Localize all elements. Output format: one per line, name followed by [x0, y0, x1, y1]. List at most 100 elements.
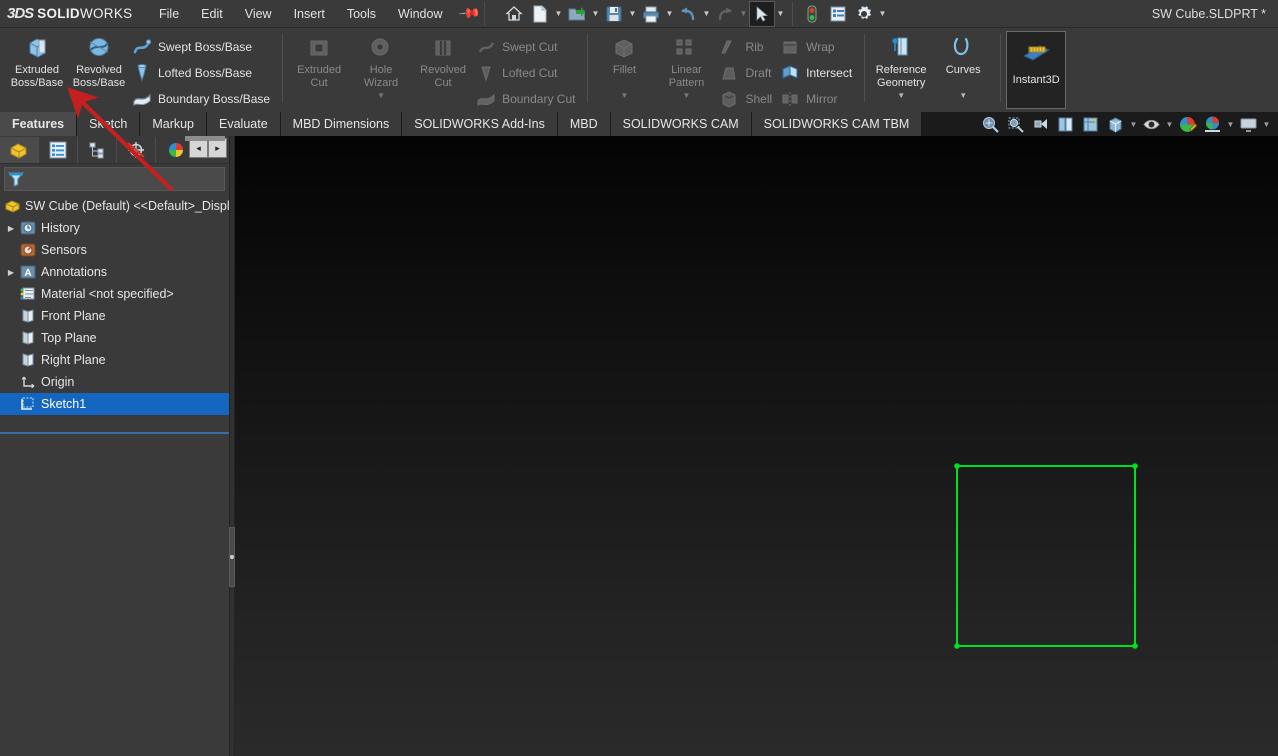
expand-arrow[interactable]: ▶ [4, 224, 18, 233]
intersect-button[interactable]: Intersect [778, 60, 858, 86]
menu-file[interactable]: File [148, 3, 190, 25]
reference-geometry-caret[interactable]: ▼ [870, 91, 932, 100]
command-manager-tabs[interactable]: Features Sketch Markup Evaluate MBD Dime… [0, 112, 1278, 136]
save-caret[interactable]: ▼ [627, 1, 638, 27]
swept-boss-base-button[interactable]: Swept Boss/Base [130, 34, 276, 60]
configuration-manager-tab[interactable] [78, 137, 117, 163]
pushpin-icon[interactable]: 📌 [457, 1, 481, 25]
tree-item-history[interactable]: ▶ History [0, 217, 229, 239]
sketch-rectangle[interactable] [957, 466, 1135, 646]
revolved-cut-button[interactable]: RevolvedCut [412, 31, 474, 89]
tree-item-part[interactable]: SW Cube (Default) <<Default>_Displa [0, 195, 229, 217]
print-caret[interactable]: ▼ [664, 1, 675, 27]
hole-wizard-caret[interactable]: ▼ [350, 91, 412, 100]
edit-appearance-icon[interactable] [1175, 112, 1200, 136]
lofted-boss-base-button[interactable]: Lofted Boss/Base [130, 60, 276, 86]
extruded-boss-base-button[interactable]: ExtrudedBoss/Base [6, 31, 68, 89]
hide-show-items-caret[interactable]: ▼ [1164, 112, 1175, 136]
tab-mbd-dimensions[interactable]: MBD Dimensions [281, 112, 403, 136]
tree-item-top-plane[interactable]: Top Plane [0, 327, 229, 349]
expand-arrow[interactable]: ▶ [4, 268, 18, 277]
main-menu[interactable]: File Edit View Insert Tools Window 📌 [148, 3, 478, 25]
rebuild-icon[interactable] [799, 1, 825, 27]
tree-item-right-plane[interactable]: Right Plane [0, 349, 229, 371]
fillet-caret[interactable]: ▼ [593, 91, 655, 100]
save-icon[interactable] [601, 1, 627, 27]
open-folder-icon[interactable] [564, 1, 590, 27]
fillet-button[interactable]: Fillet [593, 31, 655, 89]
open-folder-caret[interactable]: ▼ [590, 1, 601, 27]
feature-manager-nav[interactable]: ◂ ▸ [189, 138, 227, 158]
sketch-canvas[interactable] [235, 136, 1278, 756]
gear-icon[interactable] [851, 1, 877, 27]
tab-sketch[interactable]: Sketch [77, 112, 140, 136]
print-icon[interactable] [638, 1, 664, 27]
options-caret[interactable]: ▼ [877, 1, 888, 27]
menu-tools[interactable]: Tools [336, 3, 387, 25]
tree-filter-bar[interactable] [4, 167, 225, 191]
tab-features[interactable]: Features [0, 112, 77, 136]
sketch-endpoint[interactable] [1132, 643, 1138, 649]
tree-item-sensors[interactable]: Sensors [0, 239, 229, 261]
view-orientation-icon[interactable] [1078, 112, 1103, 136]
shell-button[interactable]: Shell [717, 86, 778, 112]
hide-show-items-icon[interactable] [1139, 112, 1164, 136]
menu-insert[interactable]: Insert [283, 3, 336, 25]
lofted-cut-button[interactable]: Lofted Cut [474, 60, 581, 86]
view-settings-icon[interactable] [1236, 112, 1261, 136]
draft-button[interactable]: Draft [717, 60, 778, 86]
boundary-cut-button[interactable]: Boundary Cut [474, 86, 581, 112]
tree-item-origin[interactable]: Origin [0, 371, 229, 393]
reference-geometry-button[interactable]: ReferenceGeometry [870, 31, 932, 89]
hole-wizard-button[interactable]: HoleWizard [350, 31, 412, 89]
curves-button[interactable]: Curves [932, 31, 994, 89]
sketch-endpoint[interactable] [1132, 463, 1138, 469]
boundary-boss-base-button[interactable]: Boundary Boss/Base [130, 86, 276, 112]
undo-caret[interactable]: ▼ [701, 1, 712, 27]
tab-mbd[interactable]: MBD [558, 112, 611, 136]
section-view-icon[interactable] [1053, 112, 1078, 136]
linear-pattern-caret[interactable]: ▼ [655, 91, 717, 100]
tree-filter-input[interactable] [25, 172, 224, 186]
quick-access-toolbar[interactable]: ▼ ▼ ▼ ▼ ▼ ▼ ▼ [501, 1, 888, 27]
menu-edit[interactable]: Edit [190, 3, 234, 25]
apply-scene-icon[interactable] [1200, 112, 1225, 136]
select-caret[interactable]: ▼ [775, 1, 786, 27]
new-document-icon[interactable] [527, 1, 553, 27]
view-toolbar[interactable]: ▼ ▼ ▼ ▼ [978, 112, 1272, 136]
tab-solidworks-cam[interactable]: SOLIDWORKS CAM [611, 112, 752, 136]
tab-markup[interactable]: Markup [140, 112, 207, 136]
property-manager-tab[interactable] [39, 137, 78, 163]
menu-view[interactable]: View [234, 3, 283, 25]
undo-icon[interactable] [675, 1, 701, 27]
nav-prev-button[interactable]: ◂ [189, 138, 208, 158]
new-document-caret[interactable]: ▼ [553, 1, 564, 27]
zoom-to-fit-icon[interactable] [978, 112, 1003, 136]
wrap-button[interactable]: Wrap [778, 34, 858, 60]
swept-cut-button[interactable]: Swept Cut [474, 34, 581, 60]
apply-scene-caret[interactable]: ▼ [1225, 112, 1236, 136]
sketch-endpoint[interactable] [954, 463, 960, 469]
instant3d-button[interactable]: Instant3D [1006, 31, 1066, 109]
tree-item-front-plane[interactable]: Front Plane [0, 305, 229, 327]
previous-view-icon[interactable] [1028, 112, 1053, 136]
tree-item-annotations[interactable]: ▶ A Annotations [0, 261, 229, 283]
feature-tree[interactable]: SW Cube (Default) <<Default>_Displa ▶ Hi… [0, 191, 229, 415]
revolved-boss-base-button[interactable]: RevolvedBoss/Base [68, 31, 130, 89]
linear-pattern-button[interactable]: LinearPattern [655, 31, 717, 89]
feature-manager-tree-tab[interactable] [0, 137, 39, 163]
extruded-cut-button[interactable]: ExtrudedCut [288, 31, 350, 89]
menu-window[interactable]: Window [387, 3, 453, 25]
options-list-icon[interactable] [825, 1, 851, 27]
display-style-caret[interactable]: ▼ [1128, 112, 1139, 136]
curves-caret[interactable]: ▼ [932, 91, 994, 100]
feature-manager-tab-bar[interactable]: ◂ ▸ [0, 136, 229, 164]
tab-solidworks-add-ins[interactable]: SOLIDWORKS Add-Ins [402, 112, 558, 136]
tab-solidworks-cam-tbm[interactable]: SOLIDWORKS CAM TBM [752, 112, 923, 136]
sketch-endpoint[interactable] [954, 643, 960, 649]
rib-button[interactable]: Rib [717, 34, 778, 60]
view-settings-caret[interactable]: ▼ [1261, 112, 1272, 136]
display-style-icon[interactable] [1103, 112, 1128, 136]
redo-icon[interactable] [712, 1, 738, 27]
select-arrow-icon[interactable] [749, 1, 775, 27]
